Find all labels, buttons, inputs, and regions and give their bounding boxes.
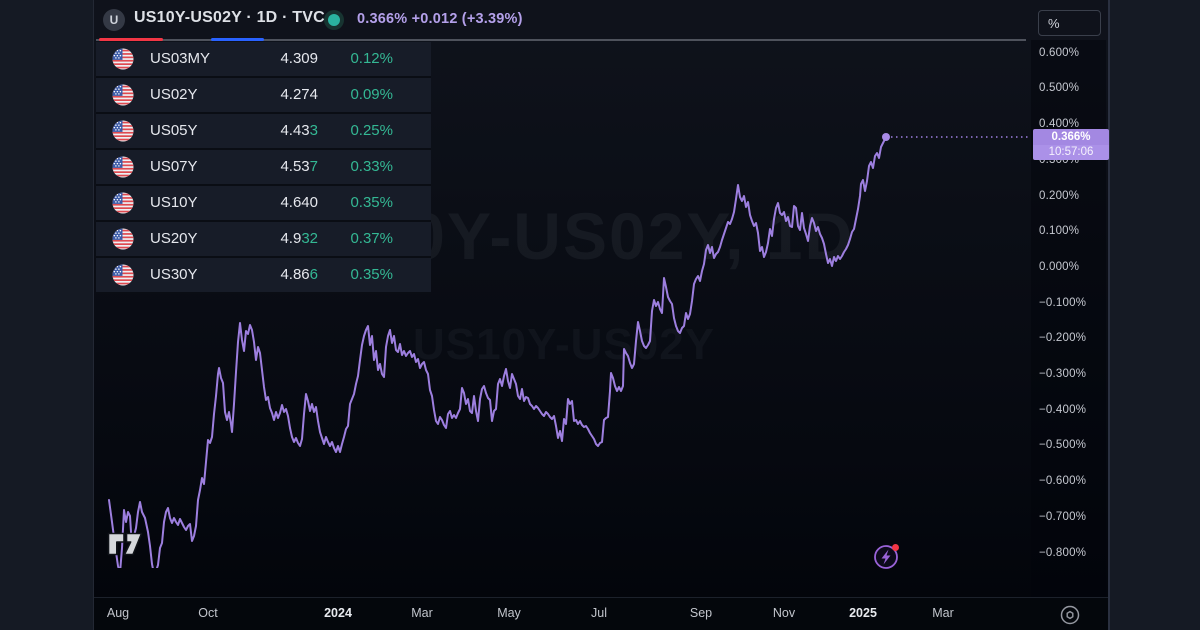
price-tick: 0.200% <box>1039 190 1080 202</box>
price-tick: −0.100% <box>1039 297 1087 309</box>
time-tick: Sep <box>689 606 713 620</box>
price-label-value: 0.366% <box>1033 129 1109 145</box>
market-open-dot <box>328 14 340 26</box>
price-tick: −0.800% <box>1039 547 1087 559</box>
watchlist-row[interactable]: US20Y 4.932 0.37% <box>96 222 431 256</box>
watchlist-row[interactable]: US10Y 4.640 0.35% <box>96 186 431 220</box>
price-tick: −0.200% <box>1039 332 1087 344</box>
price-tick: −0.500% <box>1039 439 1087 451</box>
watchlist-symbol: US07Y <box>150 158 198 175</box>
time-tick-year: 2024 <box>324 606 352 620</box>
watchlist-row[interactable]: US05Y 4.433 0.25% <box>96 114 431 148</box>
price-tick: −0.700% <box>1039 511 1087 523</box>
watchlist-change: 0.35% <box>350 194 393 211</box>
watchlist-symbol: US30Y <box>150 266 198 283</box>
us-flag-icon <box>112 228 134 250</box>
time-tick: Jul <box>591 606 607 620</box>
time-axis[interactable]: Aug Oct 2024 Mar May Jul Sep Nov 2025 Ma… <box>94 597 1108 630</box>
spark-icon-button[interactable] <box>871 540 903 572</box>
time-tick: Oct <box>198 606 218 620</box>
price-tick: 0.100% <box>1039 225 1080 237</box>
watchlist-value: 4.274 <box>280 86 318 103</box>
us-flag-icon <box>112 192 134 214</box>
chart-header: U US10Y-US02Y · 1D · TVC 0.366% +0.012 (… <box>94 0 1108 41</box>
watchlist-change: 0.37% <box>350 230 393 247</box>
time-tick: May <box>497 606 521 620</box>
price-tick: −0.400% <box>1039 404 1087 416</box>
unit-button[interactable]: % <box>1038 10 1101 36</box>
watchlist-change: 0.33% <box>350 158 393 175</box>
watchlist-row[interactable]: US02Y 4.274 0.09% <box>96 78 431 112</box>
watchlist-value-suffix: 6 <box>309 266 318 283</box>
timezone-button[interactable] <box>1058 603 1082 627</box>
watchlist-symbol: US20Y <box>150 230 198 247</box>
watchlist-value: 4.9 <box>280 230 302 247</box>
last-price: 0.366% <box>357 11 408 27</box>
us-flag-icon <box>112 120 134 142</box>
watchlist-symbol: US03MY <box>150 50 211 67</box>
time-tick: Mar <box>411 606 433 620</box>
notification-dot <box>892 544 899 551</box>
symbol-logo[interactable]: U <box>103 9 125 31</box>
watchlist-row[interactable]: US30Y 4.866 0.35% <box>96 258 431 292</box>
watchlist-value: 4.53 <box>280 158 310 175</box>
watchlist-value: 4.86 <box>280 266 310 283</box>
watchlist-change: 0.35% <box>350 266 393 283</box>
price-axis[interactable]: 0.600% 0.500% 0.400% 0.300% 0.200% 0.100… <box>1031 40 1106 597</box>
price-tick: 0.500% <box>1039 82 1080 94</box>
symbol-title-button[interactable]: US10Y-US02Y · 1D · TVC <box>134 9 325 27</box>
watchlist-table: US03MY 4.309 0.12% US02Y 4.274 0.09% US0… <box>96 42 431 294</box>
price-change: +0.012 (+3.39%) <box>411 11 523 27</box>
watchlist-value-suffix: 32 <box>301 230 318 247</box>
watchlist-row[interactable]: US03MY 4.309 0.12% <box>96 42 431 76</box>
us-flag-icon <box>112 48 134 70</box>
price-tick: 0.600% <box>1039 47 1080 59</box>
watchlist-value: 4.640 <box>280 194 318 211</box>
tradingview-chart-card: U US10Y-US02Y · 1D · TVC 0.366% +0.012 (… <box>0 0 1200 630</box>
time-tick: Nov <box>772 606 796 620</box>
watchlist-row[interactable]: US07Y 4.537 0.33% <box>96 150 431 184</box>
time-tick: Aug <box>106 606 130 620</box>
price-tick: −0.300% <box>1039 368 1087 380</box>
header-quote: 0.366% +0.012 (+3.39%) <box>357 11 523 27</box>
price-label-countdown: 10:57:06 <box>1033 145 1109 160</box>
price-label: 0.366% 10:57:06 <box>1033 129 1109 160</box>
time-tick: Mar <box>932 606 954 620</box>
tradingview-logo[interactable] <box>107 531 143 557</box>
last-price-dot <box>882 133 890 141</box>
watchlist-symbol: US02Y <box>150 86 198 103</box>
price-tick: −0.600% <box>1039 475 1087 487</box>
hexagon-icon <box>1066 610 1074 620</box>
watchlist-change: 0.12% <box>350 50 393 67</box>
time-tick-year: 2025 <box>849 606 877 620</box>
watchlist-change: 0.09% <box>350 86 393 103</box>
watchlist-value: 4.309 <box>280 50 318 67</box>
watchlist-value-suffix: 7 <box>309 158 318 175</box>
chart-widget: U US10Y-US02Y · 1D · TVC 0.366% +0.012 (… <box>93 0 1110 630</box>
us-flag-icon <box>112 156 134 178</box>
market-status-icon[interactable] <box>324 10 344 30</box>
watchlist-value: 4.43 <box>280 122 310 139</box>
us-flag-icon <box>112 84 134 106</box>
symbol-logo-letter: U <box>109 13 119 27</box>
us-flag-icon <box>112 264 134 286</box>
watchlist-symbol: US05Y <box>150 122 198 139</box>
watchlist-value-suffix: 3 <box>309 122 318 139</box>
price-tick: 0.000% <box>1039 261 1080 273</box>
watchlist-change: 0.25% <box>350 122 393 139</box>
watchlist-symbol: US10Y <box>150 194 198 211</box>
